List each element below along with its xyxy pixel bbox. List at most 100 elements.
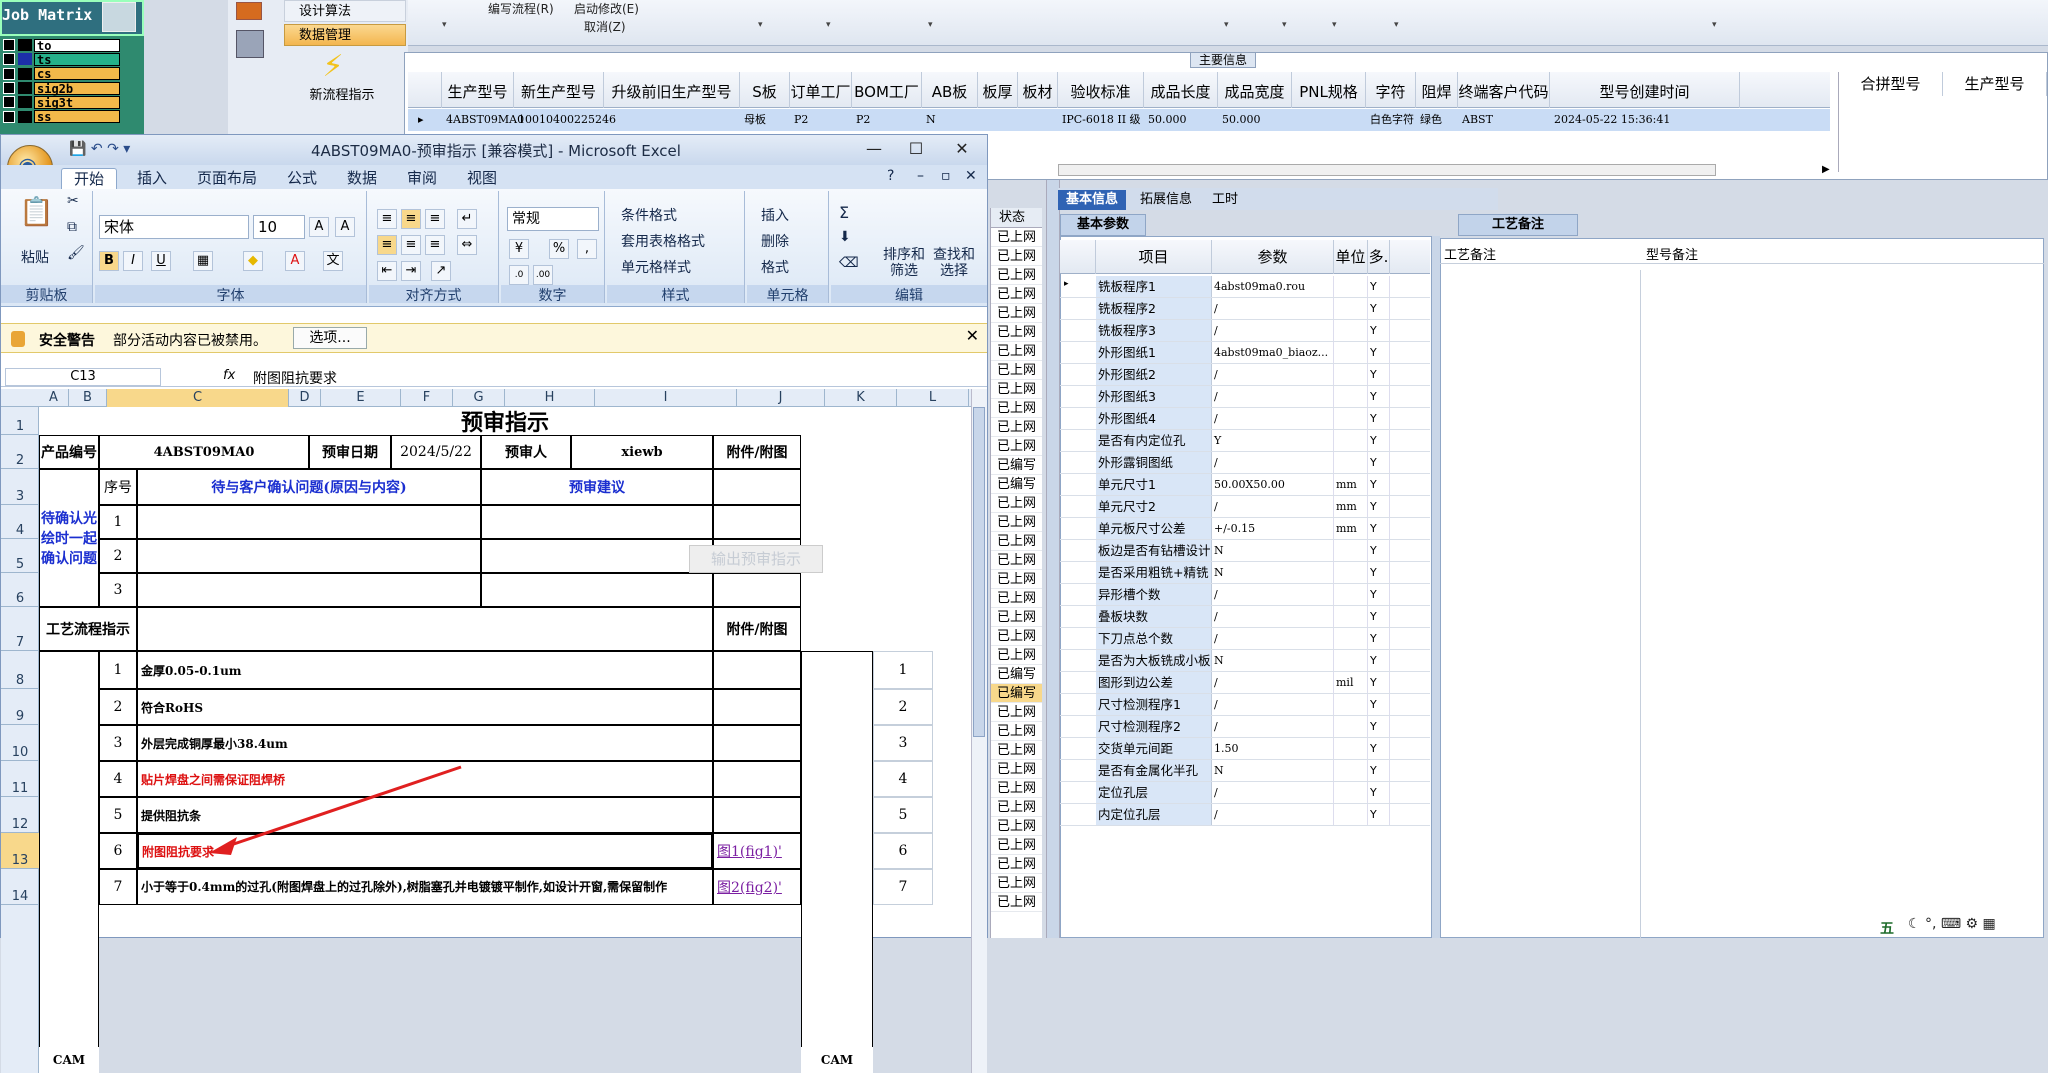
status-cell[interactable]: 已上网 (991, 741, 1042, 760)
cancel-button[interactable]: 取消(Z) (584, 18, 626, 35)
chevron-down-icon[interactable]: ▾ (1394, 20, 1399, 30)
param-value[interactable]: / (1212, 606, 1334, 627)
main-info-cell[interactable] (978, 109, 1018, 131)
align-center-icon[interactable]: ≡ (401, 235, 421, 255)
main-info-cell[interactable]: 4ABST09MA0 (442, 109, 524, 131)
formula-input[interactable]: 附图阻抗要求 (253, 368, 337, 388)
row-header[interactable]: 3 (1, 469, 39, 505)
ribbon-restore-icon[interactable]: ▫ (941, 168, 951, 184)
row-header[interactable]: 1 (1, 407, 39, 435)
layer-row[interactable]: sig3t (0, 95, 120, 109)
basic-param-row[interactable]: 尺寸检测程序2/ Y (1060, 716, 1430, 738)
number-format-combo[interactable]: 常规 (507, 207, 599, 231)
align-right-icon[interactable]: ≡ (425, 235, 445, 255)
fill-icon[interactable]: ⬇ (839, 229, 851, 245)
status-cell[interactable]: 已上网 (991, 798, 1042, 817)
status-cell[interactable]: 已上网 (991, 285, 1042, 304)
layer-name[interactable]: ss (34, 110, 120, 124)
status-cell[interactable]: 已上网 (991, 342, 1042, 361)
insert-cells-button[interactable]: 插入 (761, 205, 789, 225)
column-header[interactable]: I (595, 389, 737, 407)
scroll-right-icon[interactable]: ▶ (1822, 164, 1830, 175)
row-header[interactable]: 12 (1, 797, 39, 833)
column-header[interactable]: F (401, 389, 453, 407)
status-cell[interactable]: 已上网 (991, 247, 1042, 266)
cell-styles-button[interactable]: 单元格样式 (621, 257, 691, 277)
param-value[interactable]: / (1212, 694, 1334, 715)
row-header[interactable]: 7 (1, 607, 39, 651)
paste-icon[interactable]: 📋 (19, 195, 54, 228)
main-info-cell[interactable]: 2024-05-22 15:36:41 (1550, 109, 1740, 131)
write-flow-button[interactable]: 编写流程(R) (488, 0, 554, 17)
row-header[interactable]: 11 (1, 761, 39, 797)
quick-access-toolbar[interactable]: 💾 ↶ ↷ ▾ (69, 141, 130, 157)
comma-icon[interactable]: , (577, 239, 597, 259)
column-header[interactable]: D (289, 389, 321, 407)
chevron-down-icon[interactable]: ▾ (826, 20, 831, 30)
column-header[interactable]: C (107, 389, 289, 407)
tab-data[interactable]: 数据 (335, 168, 389, 189)
scroll-thumb[interactable] (973, 407, 985, 737)
basic-param-row[interactable]: 单元尺寸1 50.00X50.00 mm Y (1060, 474, 1430, 496)
main-info-cell[interactable]: 50.000 (1218, 109, 1292, 131)
param-value[interactable]: / (1212, 320, 1334, 341)
start-modify-button[interactable]: 启动修改(E) (574, 0, 639, 17)
status-cell[interactable]: 已上网 (991, 228, 1042, 247)
status-cell[interactable]: 已上网 (991, 627, 1042, 646)
layer-checkbox[interactable] (3, 67, 15, 80)
database-icon[interactable] (236, 30, 264, 58)
column-header[interactable]: L (897, 389, 969, 407)
decrease-indent-icon[interactable]: ⇤ (377, 261, 397, 281)
param-value[interactable]: 4abst09ma0.rou (1212, 276, 1334, 297)
status-cell[interactable]: 已上网 (991, 703, 1042, 722)
basic-param-row[interactable]: 单元尺寸2/mm Y (1060, 496, 1430, 518)
row-header[interactable]: 2 (1, 435, 39, 469)
main-info-cell[interactable] (1292, 109, 1366, 131)
tab-extended-info[interactable]: 拓展信息 (1132, 190, 1200, 210)
maximize-icon[interactable]: ☐ (901, 139, 931, 158)
status-cell[interactable]: 已编写 (991, 665, 1042, 684)
main-info-cell[interactable]: 绿色 (1416, 109, 1458, 131)
chevron-down-icon[interactable]: ▾ (1224, 20, 1229, 30)
column-header[interactable]: B (69, 389, 107, 407)
status-cell[interactable]: 已上网 (991, 760, 1042, 779)
close-warning-icon[interactable]: ✕ (966, 326, 979, 345)
layer-checkbox[interactable] (3, 39, 15, 52)
layer-name[interactable]: cs (34, 67, 120, 81)
options-button[interactable]: 选项... (293, 327, 367, 349)
new-flow-label[interactable]: 新流程指示 (288, 84, 396, 103)
main-info-cell[interactable]: P2 (852, 109, 922, 131)
status-cell[interactable]: 已上网 (991, 532, 1042, 551)
param-value[interactable]: / (1212, 804, 1334, 825)
basic-param-row[interactable]: 是否有金属化半孔 N Y (1060, 760, 1430, 782)
status-cell[interactable]: 已编写 (991, 475, 1042, 494)
wrap-text-icon[interactable]: ↵ (457, 209, 477, 229)
basic-param-row[interactable]: ▸ 铣板程序1 4abst09ma0.rou Y (1060, 276, 1430, 298)
layer-row[interactable]: to (0, 38, 120, 52)
basic-param-row[interactable]: 图形到边公差 / mil Y (1060, 672, 1430, 694)
increase-decimal-icon[interactable]: .0 (509, 265, 529, 285)
basic-param-row[interactable]: 定位孔层 / Y (1060, 782, 1430, 804)
row-header[interactable]: 9 (1, 689, 39, 725)
chevron-down-icon[interactable]: ▾ (1712, 20, 1717, 30)
currency-icon[interactable]: ¥ (509, 239, 529, 259)
phonetic-icon[interactable]: 文 (323, 251, 343, 271)
font-name-combo[interactable]: 宋体 (99, 215, 249, 239)
font-color-icon[interactable]: A (285, 251, 305, 271)
layer-checkbox[interactable] (3, 82, 15, 95)
chevron-down-icon[interactable]: ▾ (928, 20, 933, 30)
align-top-icon[interactable]: ≡ (377, 209, 397, 229)
param-value[interactable]: 4abst09ma0_biaoz... (1212, 342, 1334, 363)
param-value[interactable]: / (1212, 298, 1334, 319)
basic-param-row[interactable]: 是否为大板铣成小板 N Y (1060, 650, 1430, 672)
bold-icon[interactable]: B (99, 251, 119, 271)
percent-icon[interactable]: % (549, 239, 569, 259)
layer-row[interactable]: cs (0, 67, 120, 81)
layer-name[interactable]: sig2b (34, 81, 120, 95)
tab-formulas[interactable]: 公式 (275, 168, 329, 189)
ime-toolbar[interactable]: ☾ °, ⌨ ⚙ ▦ (1908, 916, 1996, 932)
main-info-cell[interactable] (604, 109, 740, 131)
status-cell[interactable]: 已上网 (991, 437, 1042, 456)
name-box[interactable]: C13 (5, 368, 161, 386)
tab-insert[interactable]: 插入 (125, 168, 179, 189)
